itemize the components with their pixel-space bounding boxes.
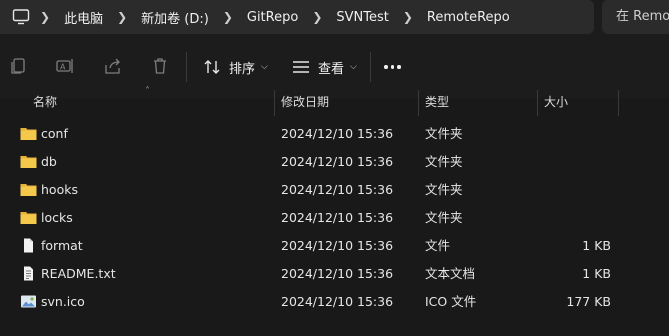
file-date: 2024/12/10 15:36 <box>281 238 394 253</box>
computer-icon[interactable] <box>12 8 30 26</box>
sort-button[interactable]: 排序 ⌵ <box>203 54 268 80</box>
file-row[interactable]: format 2024/12/10 15:36 文件 1 KB <box>0 232 669 260</box>
view-label: 查看 <box>318 61 345 77</box>
chevron-right-icon[interactable]: ❯ <box>403 10 413 24</box>
file-name: format <box>41 238 83 253</box>
file-type: 文件夹 <box>425 154 463 169</box>
sort-icon <box>204 60 220 74</box>
breadcrumb-item-drive[interactable]: 新加卷 (D:) <box>141 8 209 27</box>
file-row[interactable]: conf 2024/12/10 15:36 文件夹 <box>0 120 669 148</box>
file-name: README.txt <box>41 266 116 281</box>
column-divider[interactable] <box>418 90 419 116</box>
file-date: 2024/12/10 15:36 <box>281 294 394 309</box>
column-divider[interactable] <box>537 90 538 116</box>
file-type: ICO 文件 <box>425 294 477 309</box>
breadcrumb-item-remoterepo[interactable]: RemoteRepo <box>427 10 510 25</box>
column-header-date[interactable]: 修改日期 <box>281 88 329 116</box>
delete-icon[interactable] <box>150 56 170 76</box>
chevron-down-icon: ⌵ <box>261 62 268 72</box>
sort-label: 排序 <box>229 61 256 77</box>
file-list: conf 2024/12/10 15:36 文件夹 db 2024/12/10 … <box>0 120 669 316</box>
file-type: 文件 <box>425 238 451 253</box>
chevron-right-icon[interactable]: ❯ <box>223 10 233 24</box>
file-date: 2024/12/10 15:36 <box>281 182 394 197</box>
file-name: db <box>41 154 57 169</box>
file-date: 2024/12/10 15:36 <box>281 266 394 281</box>
file-row[interactable]: README.txt 2024/12/10 15:36 文本文档 1 KB <box>0 260 669 288</box>
toolbar-divider <box>186 52 187 82</box>
file-row[interactable]: hooks 2024/12/10 15:36 文件夹 <box>0 176 669 204</box>
search-input[interactable]: 在 Remote <box>602 0 669 34</box>
chevron-right-icon[interactable]: ❯ <box>117 10 127 24</box>
breadcrumb-item-svntest[interactable]: SVNTest <box>336 10 388 25</box>
copy-icon[interactable] <box>8 56 28 76</box>
chevron-down-icon: ⌵ <box>350 62 357 72</box>
folder-icon <box>20 128 37 140</box>
file-name: conf <box>41 126 68 141</box>
text-file-icon <box>24 266 33 281</box>
file-size: 1 KB <box>582 238 611 253</box>
folder-icon <box>20 156 37 168</box>
file-name: hooks <box>41 182 78 197</box>
file-type: 文件夹 <box>425 126 463 141</box>
breadcrumb: ❯ 此电脑 ❯ 新加卷 (D:) ❯ GitRepo ❯ SVNTest ❯ R… <box>40 0 524 34</box>
file-size: 1 KB <box>582 266 611 281</box>
column-header-size[interactable]: 大小 <box>544 88 568 116</box>
column-header-type[interactable]: 类型 <box>425 88 449 116</box>
toolbar-divider <box>370 52 371 82</box>
column-divider[interactable] <box>618 90 619 116</box>
breadcrumb-item-this-pc[interactable]: 此电脑 <box>64 8 103 27</box>
file-icon <box>24 238 33 253</box>
file-row[interactable]: db 2024/12/10 15:36 文件夹 <box>0 148 669 176</box>
image-file-icon <box>21 295 36 308</box>
folder-icon <box>20 184 37 196</box>
folder-icon <box>20 212 37 224</box>
file-date: 2024/12/10 15:36 <box>281 126 394 141</box>
file-type: 文本文档 <box>425 266 476 281</box>
file-type: 文件夹 <box>425 182 463 197</box>
svg-text:A: A <box>60 63 66 72</box>
address-bar[interactable]: ❯ 此电脑 ❯ 新加卷 (D:) ❯ GitRepo ❯ SVNTest ❯ R… <box>0 0 594 34</box>
file-date: 2024/12/10 15:36 <box>281 210 394 225</box>
file-date: 2024/12/10 15:36 <box>281 154 394 169</box>
file-row[interactable]: locks 2024/12/10 15:36 文件夹 <box>0 204 669 232</box>
view-button[interactable]: 查看 ⌵ <box>292 54 357 80</box>
column-header-row: ˄ 名称 修改日期 类型 大小 <box>0 86 669 116</box>
chevron-right-icon[interactable]: ❯ <box>312 10 322 24</box>
file-size: 177 KB <box>566 294 611 309</box>
share-icon[interactable] <box>103 56 123 76</box>
rename-icon[interactable]: A <box>55 56 75 76</box>
file-name: locks <box>41 210 73 225</box>
view-icon <box>293 61 309 73</box>
address-row: ❯ 此电脑 ❯ 新加卷 (D:) ❯ GitRepo ❯ SVNTest ❯ R… <box>0 0 669 36</box>
file-row[interactable]: svn.ico 2024/12/10 15:36 ICO 文件 177 KB <box>0 288 669 316</box>
column-header-name[interactable]: 名称 <box>33 88 57 116</box>
file-name: svn.ico <box>41 294 85 309</box>
breadcrumb-item-gitrepo[interactable]: GitRepo <box>247 10 298 25</box>
more-options-icon[interactable] <box>384 65 401 69</box>
column-divider[interactable] <box>274 90 275 116</box>
file-type: 文件夹 <box>425 210 463 225</box>
sort-ascending-icon: ˄ <box>145 86 150 97</box>
chevron-right-icon[interactable]: ❯ <box>40 10 50 24</box>
